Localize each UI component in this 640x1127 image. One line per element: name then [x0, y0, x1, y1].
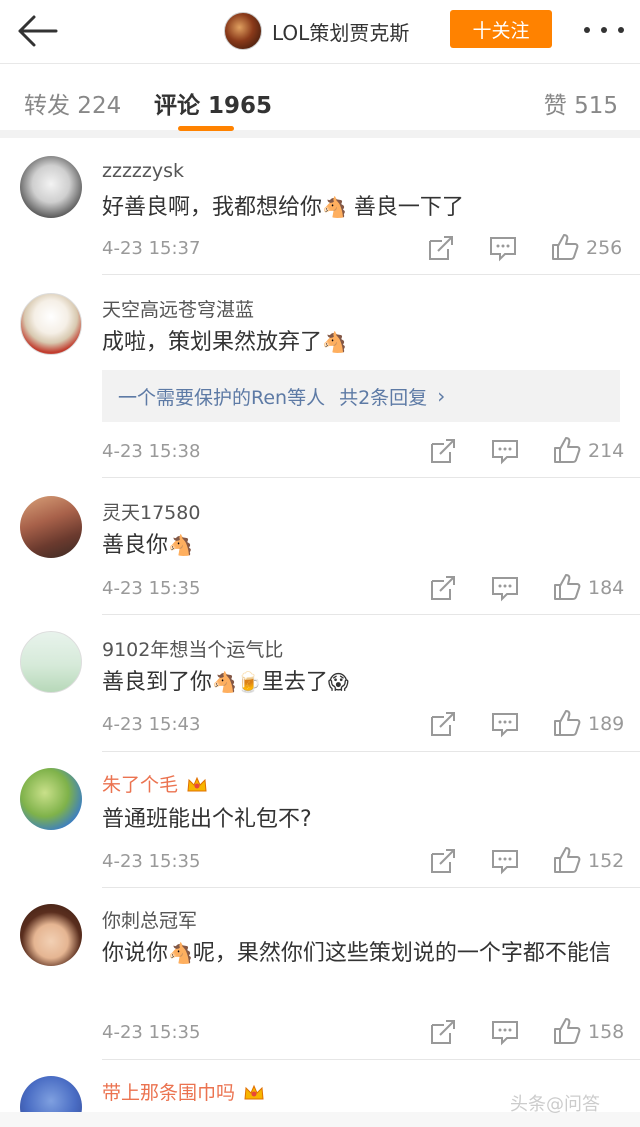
- beer-emoji: 🍺: [236, 670, 262, 694]
- crown-icon: [187, 776, 207, 792]
- author-name[interactable]: LOL策划贾克斯: [272, 17, 409, 46]
- comment-icon[interactable]: [490, 436, 520, 466]
- avatar[interactable]: [20, 293, 82, 355]
- comment-username[interactable]: 你刺总冠军: [102, 906, 197, 933]
- like-count: 152: [588, 850, 625, 872]
- comment-username[interactable]: 灵天17580: [102, 498, 200, 525]
- repost-icon[interactable]: [426, 233, 456, 263]
- comment-time: 4-23 15:35: [102, 1022, 201, 1043]
- reply-count[interactable]: 共2条回复: [339, 383, 427, 410]
- comment-text-part: 你说你: [102, 941, 169, 966]
- comment-text-part: 成啦，策划果然放弃了: [102, 330, 323, 355]
- comment-text-part: 善良一下了: [346, 195, 464, 220]
- comment-item: zzzzzysk 好善良啊，我都想给你🐴 善良一下了 4-23 15:37 25…: [0, 138, 640, 275]
- avatar[interactable]: [20, 496, 82, 558]
- follow-button[interactable]: 十关注: [450, 10, 552, 48]
- avatar[interactable]: [20, 631, 82, 693]
- like-count: 214: [588, 440, 625, 462]
- comment-icon[interactable]: [490, 709, 520, 739]
- avatar[interactable]: [20, 1076, 82, 1112]
- avatar[interactable]: [20, 904, 82, 966]
- comment-text: 你说你🐴呢，果然你们这些策划说的一个字都不能信: [102, 936, 622, 971]
- thumbs-up-icon[interactable]: [552, 1016, 582, 1046]
- comment-icon[interactable]: [488, 233, 518, 263]
- avatar[interactable]: [20, 156, 82, 218]
- comment-item: 朱了个毛 普通班能出个礼包不? 4-23 15:35 152: [0, 752, 640, 888]
- comment-username[interactable]: 朱了个毛: [102, 770, 208, 797]
- thumbs-up-icon[interactable]: [552, 845, 582, 875]
- tab-bar: 转发 224 评论 1965 赞 515: [0, 64, 640, 138]
- comment-item: 9102年想当个运气比 善良到了你🐴🍺里去了😱 4-23 15:43 189: [0, 615, 640, 752]
- like-count: 189: [588, 713, 625, 735]
- thumbs-up-icon[interactable]: [550, 232, 580, 262]
- repost-icon[interactable]: [428, 846, 458, 876]
- repost-icon[interactable]: [428, 436, 458, 466]
- vip-username[interactable]: 朱了个毛: [102, 774, 178, 796]
- reply-users[interactable]: 一个需要保护的Ren等人: [118, 383, 325, 410]
- comment-text-part: 好善良啊，我都想给你: [102, 195, 323, 220]
- comment-username[interactable]: 9102年想当个运气比: [102, 635, 283, 662]
- reply-preview[interactable]: 一个需要保护的Ren等人 共2条回复 ›: [102, 370, 620, 422]
- tab-like[interactable]: 赞 515: [544, 86, 618, 120]
- repost-icon[interactable]: [428, 573, 458, 603]
- comment-text-part: 善良你: [102, 533, 169, 558]
- comment-item: 你刺总冠军 你说你🐴呢，果然你们这些策划说的一个字都不能信 4-23 15:35…: [0, 888, 640, 1060]
- comment-time: 4-23 15:35: [102, 851, 201, 872]
- comment-text: 善良到了你🐴🍺里去了😱: [102, 665, 622, 700]
- avatar[interactable]: [20, 768, 82, 830]
- tab-repost[interactable]: 转发 224: [24, 86, 121, 120]
- thumbs-up-icon[interactable]: [552, 572, 582, 602]
- chevron-right-icon[interactable]: ›: [437, 384, 445, 408]
- thumbs-up-icon[interactable]: [552, 435, 582, 465]
- comment-text: 普通班能出个礼包不?: [102, 807, 312, 832]
- more-dots-icon[interactable]: [584, 18, 624, 42]
- author-avatar[interactable]: [224, 12, 262, 50]
- comment-text-part: 善良到了你: [102, 670, 213, 695]
- profile-header[interactable]: LOL策划贾克斯: [224, 11, 409, 51]
- horse-emoji: 🐴: [322, 195, 347, 219]
- active-tab-indicator: [178, 126, 234, 131]
- comment-time: 4-23 15:43: [102, 714, 201, 735]
- crown-icon: [244, 1084, 264, 1100]
- comment-username[interactable]: 天空高远苍穹湛蓝: [102, 295, 254, 322]
- comment-text: 成啦，策划果然放弃了🐴: [102, 325, 622, 360]
- horse-emoji: 🐴: [168, 941, 193, 965]
- top-bar: LOL策划贾克斯 十关注: [0, 0, 640, 64]
- scared-face-emoji: 😱: [327, 670, 349, 694]
- repost-icon[interactable]: [428, 1017, 458, 1047]
- comment-text: 好善良啊，我都想给你🐴 善良一下了: [102, 190, 622, 225]
- like-count: 256: [586, 237, 623, 259]
- comment-item: 天空高远苍穹湛蓝 成啦，策划果然放弃了🐴 一个需要保护的Ren等人 共2条回复 …: [0, 275, 640, 478]
- thumbs-up-icon[interactable]: [552, 708, 582, 738]
- comment-text-part: 里去了: [261, 670, 328, 695]
- like-count: 184: [588, 577, 625, 599]
- comment-icon[interactable]: [490, 573, 520, 603]
- comment-text: 善良你🐴: [102, 528, 622, 563]
- repost-icon[interactable]: [428, 709, 458, 739]
- comment-time: 4-23 15:35: [102, 578, 201, 599]
- comment-time: 4-23 15:37: [102, 238, 201, 259]
- like-count: 158: [588, 1021, 625, 1043]
- watermark: 头条@问答: [510, 1094, 600, 1115]
- comment-text-part: 呢，果然你们这些策划说的一个字都不能信: [192, 941, 611, 966]
- comment-icon[interactable]: [490, 846, 520, 876]
- horse-emoji: 🐴: [212, 670, 237, 694]
- comment-icon[interactable]: [490, 1017, 520, 1047]
- comment-username[interactable]: zzzzzysk: [102, 160, 184, 182]
- comment-item: 灵天17580 善良你🐴 4-23 15:35 184: [0, 478, 640, 615]
- comment-time: 4-23 15:38: [102, 441, 201, 462]
- vip-username[interactable]: 带上那条围巾吗: [102, 1082, 235, 1104]
- horse-emoji: 🐴: [168, 533, 193, 557]
- back-arrow-icon[interactable]: [14, 12, 58, 50]
- horse-emoji: 🐴: [322, 330, 347, 354]
- comment-username[interactable]: 带上那条围巾吗: [102, 1078, 265, 1105]
